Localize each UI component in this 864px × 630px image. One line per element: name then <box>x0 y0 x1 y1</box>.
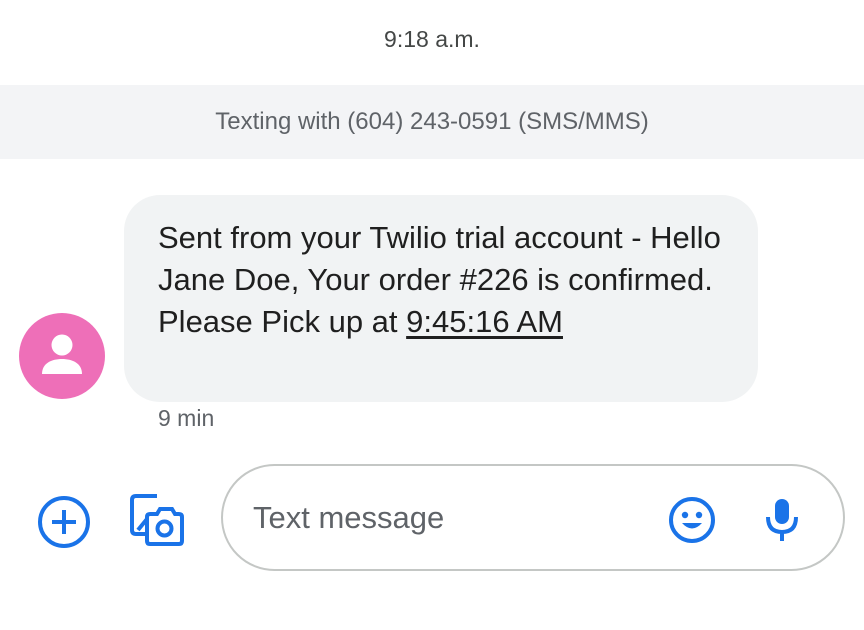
microphone-icon <box>766 499 798 541</box>
texting-with-banner: Texting with (604) 243-0591 (SMS/MMS) <box>0 85 864 159</box>
microphone-button[interactable] <box>760 495 804 545</box>
message-age: 9 min <box>158 405 215 431</box>
add-circle-icon <box>38 496 90 548</box>
message-time-link[interactable]: 9:45:16 AM <box>406 304 563 339</box>
compose-bar <box>221 464 845 571</box>
person-icon <box>42 334 82 374</box>
contact-avatar[interactable] <box>19 313 105 399</box>
conversation-time: 9:18 a.m. <box>384 26 480 52</box>
gallery-button[interactable] <box>126 490 186 550</box>
message-bubble[interactable]: Sent from your Twilio trial account - He… <box>124 195 758 402</box>
emoji-button[interactable] <box>667 495 717 545</box>
add-attachment-button[interactable] <box>36 494 92 550</box>
text-message-input[interactable] <box>253 496 633 540</box>
texting-with-label: Texting with (604) 243-0591 (SMS/MMS) <box>215 108 649 135</box>
emoji-icon <box>669 497 715 543</box>
messages-screen: 9:18 a.m. Texting with (604) 243-0591 (S… <box>0 0 864 630</box>
gallery-camera-icon <box>130 494 184 546</box>
